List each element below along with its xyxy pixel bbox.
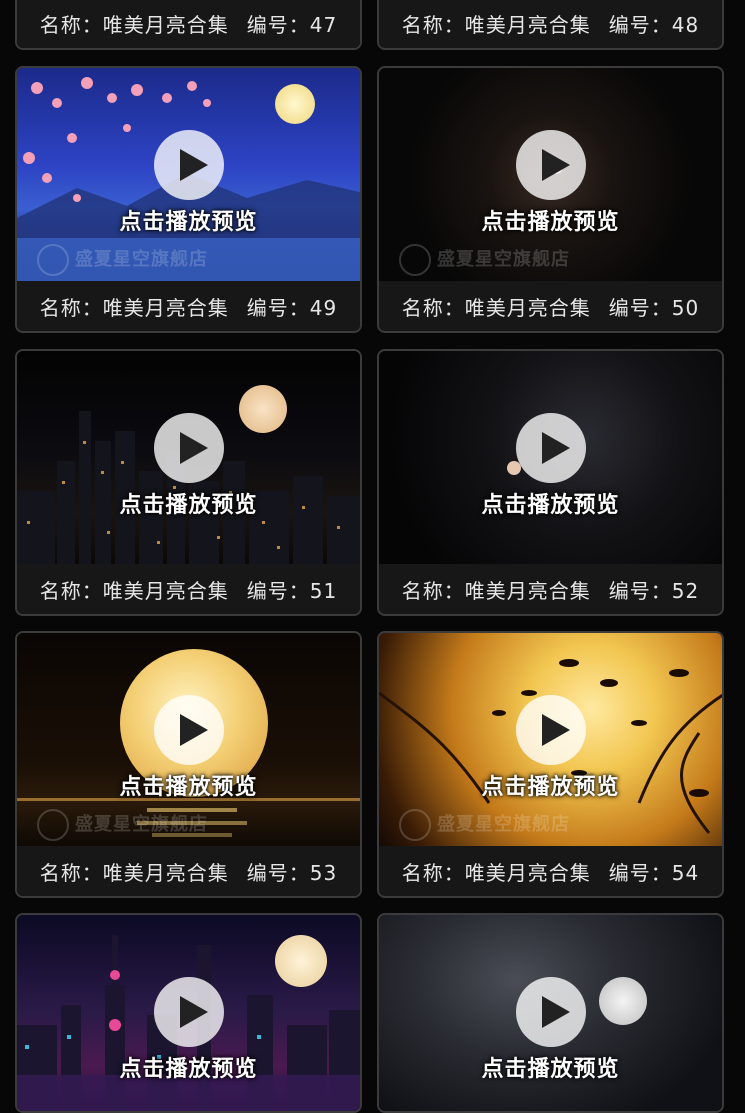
- video-card-48[interactable]: 名称：唯美月亮合集 编号：48: [377, 0, 724, 50]
- card-caption: 名称：唯美月亮合集 编号：53: [17, 846, 360, 896]
- play-icon: [179, 432, 208, 464]
- watermark: 盛夏星空旗舰店: [37, 809, 208, 841]
- card-caption: 名称：唯美月亮合集 编号：51: [17, 564, 360, 614]
- card-number: 编号：47: [246, 12, 338, 37]
- card-name: 名称：唯美月亮合集: [39, 12, 229, 37]
- card-name: 名称：唯美月亮合集: [39, 860, 229, 885]
- preview-label: 点击播放预览: [119, 775, 258, 800]
- moon-illustration: [275, 935, 327, 987]
- play-icon: [179, 149, 208, 181]
- moon-illustration: [275, 84, 315, 124]
- card-name: 名称：唯美月亮合集: [39, 578, 229, 603]
- card-name: 名称：唯美月亮合集: [39, 295, 229, 320]
- play-icon: [541, 432, 570, 464]
- preview-label: 点击播放预览: [481, 1057, 620, 1082]
- preview-label: 点击播放预览: [119, 1057, 258, 1082]
- moon-illustration: [239, 385, 287, 433]
- preview-label: 点击播放预览: [481, 775, 620, 800]
- card-number: 编号：51: [246, 578, 338, 603]
- play-button[interactable]: [153, 695, 224, 765]
- play-button[interactable]: [515, 695, 586, 765]
- card-name: 名称：唯美月亮合集: [401, 578, 591, 603]
- video-card-55[interactable]: 点击播放预览: [15, 913, 362, 1113]
- moon-illustration: [599, 977, 647, 1025]
- card-name: 名称：唯美月亮合集: [401, 12, 591, 37]
- watermark: 盛夏星空旗舰店: [399, 244, 570, 276]
- card-name: 名称：唯美月亮合集: [401, 295, 591, 320]
- video-card-51[interactable]: 点击播放预览 名称：唯美月亮合集 编号：51: [15, 349, 362, 616]
- card-number: 编号：52: [608, 578, 700, 603]
- play-button[interactable]: [153, 413, 224, 483]
- video-thumbnail[interactable]: 点击播放预览 盛夏星空旗舰店: [17, 68, 360, 284]
- preview-label: 点击播放预览: [119, 210, 258, 235]
- card-number: 编号：50: [608, 295, 700, 320]
- watermark: 盛夏星空旗舰店: [399, 809, 570, 841]
- video-thumbnail[interactable]: 点击播放预览: [17, 351, 360, 567]
- play-icon: [541, 996, 570, 1028]
- video-card-56[interactable]: 点击播放预览: [377, 913, 724, 1113]
- play-button[interactable]: [515, 413, 586, 483]
- video-card-53[interactable]: 点击播放预览 盛夏星空旗舰店 名称：唯美月亮合集 编号：53: [15, 631, 362, 898]
- card-name: 名称：唯美月亮合集: [401, 860, 591, 885]
- video-thumbnail[interactable]: 点击播放预览: [379, 915, 722, 1111]
- play-button[interactable]: [153, 977, 224, 1047]
- card-caption: 名称：唯美月亮合集 编号：54: [379, 846, 722, 896]
- watermark: 盛夏星空旗舰店: [37, 244, 208, 276]
- play-icon: [179, 714, 208, 746]
- card-number: 编号：49: [246, 295, 338, 320]
- play-icon: [541, 714, 570, 746]
- play-button[interactable]: [515, 130, 586, 200]
- card-caption: 名称：唯美月亮合集 编号：48: [379, 0, 722, 48]
- play-icon: [179, 996, 208, 1028]
- card-number: 编号：48: [608, 12, 700, 37]
- play-icon: [541, 149, 570, 181]
- video-card-50[interactable]: 点击播放预览 盛夏星空旗舰店 名称：唯美月亮合集 编号：50: [377, 66, 724, 333]
- video-thumbnail[interactable]: 点击播放预览 盛夏星空旗舰店: [379, 68, 722, 284]
- card-caption: 名称：唯美月亮合集 编号：52: [379, 564, 722, 614]
- video-grid: 名称：唯美月亮合集 编号：47 名称：唯美月亮合集 编号：48 点击播放预览 盛…: [0, 0, 745, 1113]
- video-thumbnail[interactable]: 点击播放预览 盛夏星空旗舰店: [17, 633, 360, 849]
- card-number: 编号：53: [246, 860, 338, 885]
- video-card-54[interactable]: 点击播放预览 盛夏星空旗舰店 名称：唯美月亮合集 编号：54: [377, 631, 724, 898]
- card-number: 编号：54: [608, 860, 700, 885]
- card-caption: 名称：唯美月亮合集 编号：47: [17, 0, 360, 48]
- video-card-52[interactable]: 点击播放预览 名称：唯美月亮合集 编号：52: [377, 349, 724, 616]
- preview-label: 点击播放预览: [481, 210, 620, 235]
- video-thumbnail[interactable]: 点击播放预览 盛夏星空旗舰店: [379, 633, 722, 849]
- video-thumbnail[interactable]: 点击播放预览: [379, 351, 722, 567]
- video-card-47[interactable]: 名称：唯美月亮合集 编号：47: [15, 0, 362, 50]
- play-button[interactable]: [515, 977, 586, 1047]
- video-card-49[interactable]: 点击播放预览 盛夏星空旗舰店 名称：唯美月亮合集 编号：49: [15, 66, 362, 333]
- preview-label: 点击播放预览: [481, 493, 620, 518]
- card-caption: 名称：唯美月亮合集 编号：50: [379, 281, 722, 331]
- preview-label: 点击播放预览: [119, 493, 258, 518]
- card-caption: 名称：唯美月亮合集 编号：49: [17, 281, 360, 331]
- play-button[interactable]: [153, 130, 224, 200]
- video-thumbnail[interactable]: 点击播放预览: [17, 915, 360, 1111]
